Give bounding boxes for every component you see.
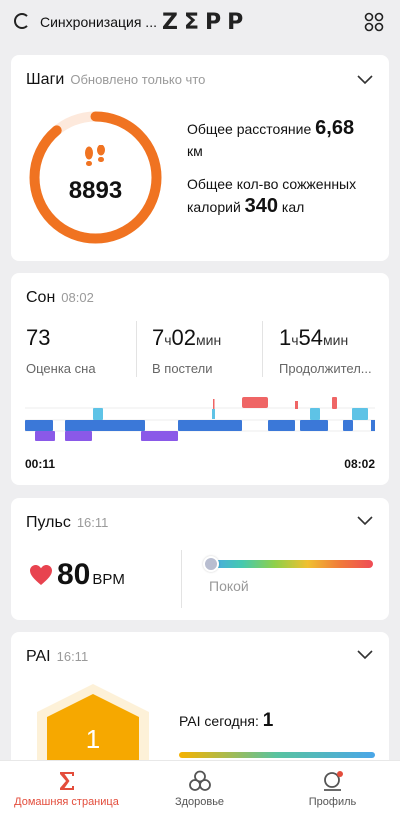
pai-progress-bar — [179, 752, 375, 758]
calories-value: 340 — [244, 195, 279, 217]
sleep-card[interactable]: Сон 08:02 73 Оценка сна 7ч02мин В постели… — [11, 273, 389, 485]
sleep-score-label: Оценка сна — [26, 361, 96, 376]
calories-label-2: калорий — [187, 199, 241, 215]
in-bed-value: 7ч02мин — [152, 325, 221, 351]
calories-unit: кал — [281, 199, 305, 215]
pai-today: PAI сегодня: 1 — [179, 710, 273, 732]
divider — [262, 321, 263, 377]
sleep-score-value: 73 — [26, 325, 51, 350]
steps-card[interactable]: Шаги Обновлено только что 8893 Общее расс… — [11, 55, 389, 261]
sync-spinner-icon — [14, 13, 30, 29]
pulse-time: 16:11 — [76, 515, 109, 530]
pulse-title-text: Пульс — [26, 514, 71, 531]
pulse-title: Пульс 16:11 — [26, 514, 108, 532]
nav-profile-label: Профиль — [308, 796, 357, 808]
divider — [136, 321, 137, 377]
distance-unit: км — [187, 143, 203, 159]
duration-minutes-unit: мин — [323, 332, 349, 348]
pai-title: PAI 16:11 — [26, 648, 88, 666]
profile-icon — [323, 771, 343, 791]
in-bed-hours-unit: ч — [164, 332, 172, 348]
steps-title-text: Шаги — [26, 71, 65, 88]
divider — [181, 550, 182, 608]
pulse-value: 80 BPM — [57, 558, 125, 592]
chevron-down-icon[interactable] — [357, 75, 373, 85]
in-bed-minutes-unit: мин — [196, 332, 222, 348]
nav-health-label: Здоровье — [174, 796, 225, 808]
top-bar: Синхронизация ... ZΣPP — [0, 0, 400, 46]
pulse-unit: BPM — [92, 571, 125, 588]
pulse-number: 80 — [57, 558, 91, 591]
pulse-zone-bar — [209, 560, 373, 568]
pai-today-value: 1 — [262, 710, 274, 731]
sleep-time: 08:02 — [61, 290, 94, 305]
heart-icon — [30, 565, 52, 585]
nav-home[interactable]: Домашняя страница — [0, 761, 133, 814]
nav-home-label: Домашняя страница — [14, 796, 119, 808]
pulse-zone-indicator — [203, 556, 219, 572]
chevron-down-icon[interactable] — [357, 650, 373, 660]
pai-value: 1 — [85, 724, 101, 754]
pulse-card[interactable]: Пульс 16:11 80 BPM Покой — [11, 498, 389, 620]
grid-icon[interactable] — [364, 12, 384, 32]
distance-value: 6,68 — [315, 117, 355, 139]
in-bed-label: В постели — [152, 361, 213, 376]
sync-status: Синхронизация ... — [40, 14, 157, 30]
zepp-logo: ZΣPP — [162, 10, 250, 35]
sleep-stages-chart — [25, 397, 375, 441]
distance-label: Общее расстояние — [187, 121, 312, 137]
duration-value: 1ч54мин — [279, 325, 348, 351]
calories-label-1: Общее кол-во сожженных — [187, 176, 357, 192]
duration-label: Продолжител... — [279, 361, 372, 376]
pai-today-label: PAI сегодня: — [179, 713, 259, 729]
pulse-zone-label: Покой — [209, 578, 249, 594]
pai-time: 16:11 — [56, 649, 89, 664]
duration-hours: 1 — [279, 325, 292, 350]
distance-stat: Общее расстояние 6,68 км — [187, 117, 354, 162]
sleep-title-text: Сон — [26, 289, 56, 306]
sleep-end-time: 08:02 — [344, 457, 375, 471]
nav-profile[interactable]: Профиль — [266, 761, 399, 814]
in-bed-hours: 7 — [152, 325, 165, 350]
nav-health[interactable]: Здоровье — [133, 761, 266, 814]
footsteps-icon — [85, 145, 105, 166]
pai-title-text: PAI — [26, 648, 51, 665]
in-bed-minutes: 02 — [171, 325, 197, 350]
sleep-title: Сон 08:02 — [26, 289, 94, 307]
steps-updated-text: Обновлено только что — [70, 72, 206, 87]
sleep-start-time: 00:11 — [25, 457, 56, 471]
bottom-nav: Домашняя страница Здоровье Профиль — [0, 760, 400, 814]
duration-hours-unit: ч — [291, 332, 299, 348]
steps-title: Шаги Обновлено только что — [26, 71, 205, 89]
steps-count: 8893 — [68, 177, 123, 204]
calories-stat: Общее кол-во сожженных калорий 340 кал — [187, 173, 356, 218]
duration-minutes: 54 — [298, 325, 324, 350]
sigma-home-icon — [59, 772, 74, 790]
chevron-down-icon[interactable] — [357, 516, 373, 526]
health-icon — [188, 770, 211, 791]
